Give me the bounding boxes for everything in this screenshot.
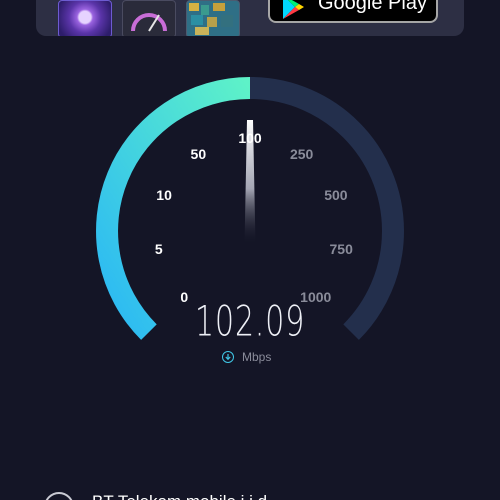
gauge-label-50: 50 <box>190 145 207 162</box>
gauge-label-10: 10 <box>156 187 172 204</box>
unit-label: Mbps <box>242 350 272 364</box>
speed-unit: Mbps <box>222 349 271 365</box>
gauge-label-100: 100 <box>238 130 262 146</box>
gauge-label-5: 5 <box>154 241 163 258</box>
gauge-label-750: 750 <box>329 241 353 258</box>
gauge-label-0: 0 <box>180 288 189 305</box>
provider-icon <box>44 492 74 500</box>
speed-gauge <box>96 76 404 340</box>
gauge-label-500: 500 <box>324 187 348 204</box>
gauge-progress-arc <box>96 77 251 340</box>
download-icon <box>222 351 234 363</box>
provider-row[interactable]: BT Telekom mobile i.i.d. ... <box>40 488 480 500</box>
provider-name: BT Telekom mobile i.i.d. ... <box>92 492 291 500</box>
gauge-label-250: 250 <box>289 145 314 162</box>
speed-test-screen: Google Play 0 5 10 50 100 250 500 750 1000 102.0… <box>0 0 500 500</box>
speed-value: 102.09 <box>194 296 306 346</box>
